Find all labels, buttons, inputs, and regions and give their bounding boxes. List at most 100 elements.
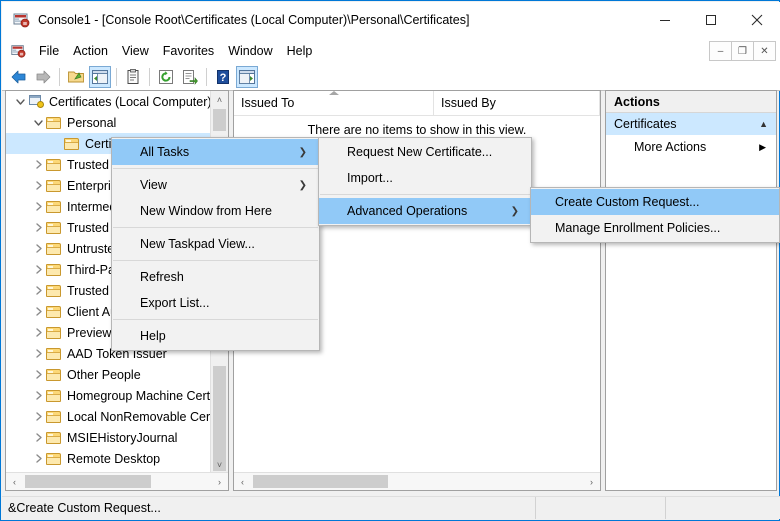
- context-menu-item[interactable]: New Taskpad View...: [112, 231, 319, 257]
- mdi-minimize-button[interactable]: –: [709, 41, 732, 61]
- actions-group-certificates[interactable]: Certificates ▲: [606, 113, 776, 135]
- tree-vscroll-thumb[interactable]: [213, 109, 226, 131]
- column-header-issued-to[interactable]: Issued To: [234, 91, 434, 115]
- show-hide-tree-icon[interactable]: [89, 66, 111, 88]
- chevron-down-icon[interactable]: [30, 112, 46, 133]
- tree-item-label: MSIEHistoryJournal: [67, 430, 178, 445]
- chevron-right-icon[interactable]: [30, 238, 46, 259]
- menu-separator: [113, 227, 318, 228]
- up-folder-icon[interactable]: [65, 66, 87, 88]
- action-more-actions-label: More Actions: [634, 140, 707, 154]
- chevron-right-icon[interactable]: [30, 196, 46, 217]
- properties-icon[interactable]: [122, 66, 144, 88]
- chevron-right-icon[interactable]: [30, 175, 46, 196]
- help-icon[interactable]: ?: [212, 66, 234, 88]
- all-tasks-submenu-item[interactable]: Advanced Operations ❯: [319, 198, 531, 224]
- tree-scroll-right-arrow[interactable]: ›: [211, 473, 228, 490]
- toolbar-separator: [149, 68, 150, 86]
- menu-view[interactable]: View: [115, 41, 156, 61]
- chevron-up-icon: ▲: [759, 119, 768, 129]
- column-header-issued-by[interactable]: Issued By: [434, 91, 600, 115]
- list-hscroll-thumb[interactable]: [253, 475, 388, 488]
- all-tasks-submenu[interactable]: Request New Certificate... Import... Advan…: [318, 137, 532, 226]
- forward-icon[interactable]: [32, 66, 54, 88]
- tree-scroll-up-arrow[interactable]: ˄: [211, 91, 228, 108]
- folder-icon: [46, 158, 62, 171]
- folder-icon: [46, 200, 62, 213]
- tree-item[interactable]: Other People: [6, 364, 213, 385]
- menu-separator: [113, 260, 318, 261]
- toolbar-separator: [59, 68, 60, 86]
- chevron-right-icon[interactable]: [30, 154, 46, 175]
- tree-item-label: Remote Desktop: [67, 451, 161, 466]
- toolbar-separator: [206, 68, 207, 86]
- tree-scroll-left-arrow[interactable]: ‹: [6, 473, 23, 490]
- context-menu-item[interactable]: View ❯: [112, 172, 319, 198]
- tree-scroll-down-arrow[interactable]: ˅: [211, 456, 228, 473]
- list-horizontal-scrollbar[interactable]: ‹ ›: [234, 472, 600, 490]
- menu-favorites[interactable]: Favorites: [156, 41, 221, 61]
- chevron-right-icon[interactable]: [30, 217, 46, 238]
- chevron-right-icon[interactable]: [30, 364, 46, 385]
- chevron-right-icon[interactable]: [30, 385, 46, 406]
- menu-window[interactable]: Window: [221, 41, 279, 61]
- context-menu-item[interactable]: Refresh: [112, 264, 319, 290]
- context-menu-item[interactable]: Help: [112, 323, 319, 349]
- menu-help[interactable]: Help: [280, 41, 320, 61]
- chevron-right-icon[interactable]: [30, 301, 46, 322]
- context-menu-item-label: New Window from Here: [140, 204, 272, 218]
- chevron-down-icon[interactable]: [12, 91, 28, 112]
- context-menu-item[interactable]: Export List...: [112, 290, 319, 316]
- chevron-right-icon[interactable]: [30, 322, 46, 343]
- action-more-actions[interactable]: More Actions ▶: [606, 135, 776, 159]
- tree-item[interactable]: Remote Desktop: [6, 448, 213, 469]
- show-action-pane-icon[interactable]: [236, 66, 258, 88]
- context-menu[interactable]: All Tasks ❯ View ❯ New Window from Here New T…: [111, 137, 320, 351]
- actions-pane: Actions Certificates ▲ More Actions ▶: [605, 90, 777, 491]
- tree-item[interactable]: Certificates (Local Computer): [6, 91, 213, 112]
- mdi-restore-button[interactable]: ❐: [731, 41, 754, 61]
- list-scroll-left-arrow[interactable]: ‹: [234, 473, 251, 490]
- tree-item[interactable]: Local NonRemovable Certificates: [6, 406, 213, 427]
- chevron-right-icon[interactable]: [30, 406, 46, 427]
- mdi-close-button[interactable]: ✕: [753, 41, 776, 61]
- minimize-button[interactable]: [642, 2, 688, 38]
- status-bar-cell-2: [536, 497, 666, 519]
- refresh-icon[interactable]: [155, 66, 177, 88]
- menu-file[interactable]: File: [32, 41, 66, 61]
- tree-hscroll-thumb[interactable]: [25, 475, 151, 488]
- status-bar-text: &Create Custom Request...: [2, 497, 536, 519]
- context-menu-item-label: View: [140, 178, 167, 192]
- menu-separator: [113, 168, 318, 169]
- menu-action[interactable]: Action: [66, 41, 115, 61]
- maximize-button[interactable]: [688, 2, 734, 38]
- column-header-issued-by-label: Issued By: [441, 96, 496, 110]
- tree-item[interactable]: Homegroup Machine Certificates: [6, 385, 213, 406]
- all-tasks-submenu-item[interactable]: Import...: [319, 165, 531, 191]
- context-menu-item-label: Refresh: [140, 270, 184, 284]
- context-menu-item[interactable]: All Tasks ❯: [112, 139, 319, 165]
- chevron-right-icon[interactable]: [30, 427, 46, 448]
- tree-horizontal-scrollbar[interactable]: ‹ ›: [6, 472, 228, 490]
- advanced-operations-submenu-item[interactable]: Create Custom Request...: [531, 189, 779, 215]
- tree-item[interactable]: MSIEHistoryJournal: [6, 427, 213, 448]
- export-list-icon[interactable]: [179, 66, 201, 88]
- back-icon[interactable]: [8, 66, 30, 88]
- close-button[interactable]: [734, 2, 780, 38]
- chevron-right-icon[interactable]: [30, 343, 46, 364]
- tree-item-no-expander: [48, 133, 64, 154]
- chevron-right-icon[interactable]: [30, 280, 46, 301]
- chevron-right-icon: ❯: [510, 205, 519, 217]
- status-bar-cell-3: [666, 497, 780, 519]
- svg-text:?: ?: [220, 72, 227, 84]
- chevron-right-icon[interactable]: [30, 448, 46, 469]
- list-scroll-right-arrow[interactable]: ›: [583, 473, 600, 490]
- tree-item[interactable]: Personal: [6, 112, 213, 133]
- chevron-right-icon[interactable]: [30, 259, 46, 280]
- advanced-operations-submenu[interactable]: Create Custom Request... Manage Enrollmen…: [530, 187, 780, 243]
- all-tasks-submenu-item[interactable]: Request New Certificate...: [319, 139, 531, 165]
- actions-pane-title: Actions: [606, 91, 776, 113]
- context-menu-item[interactable]: New Window from Here: [112, 198, 319, 224]
- folder-icon: [64, 137, 80, 150]
- advanced-operations-submenu-item[interactable]: Manage Enrollment Policies...: [531, 215, 779, 241]
